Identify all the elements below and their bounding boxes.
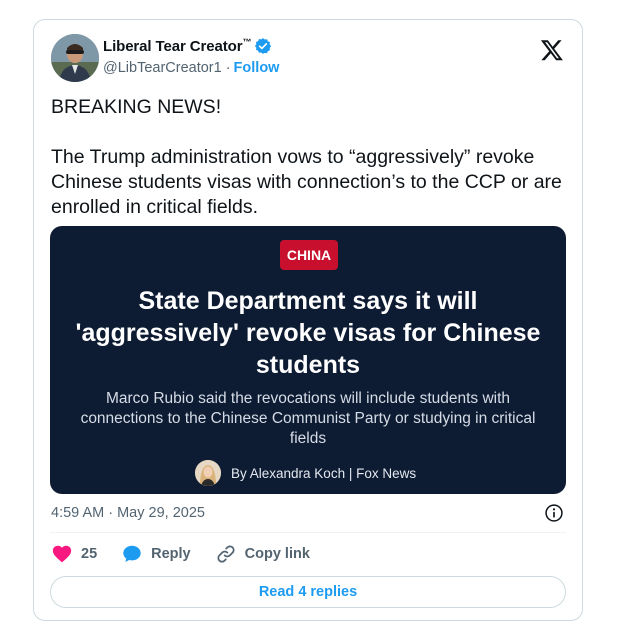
tweet-timestamp[interactable]: 4:59 AM · May 29, 2025 — [51, 505, 205, 521]
follow-link[interactable]: Follow — [234, 60, 280, 76]
byline-text: By Alexandra Koch | Fox News — [231, 465, 417, 481]
handle-separator: · — [225, 60, 231, 76]
author-handle[interactable]: @LibTearCreator1 — [103, 60, 222, 76]
media-headline: State Department says it will 'aggressiv… — [75, 287, 541, 379]
byline-avatar — [195, 460, 221, 486]
reply-button[interactable]: Reply — [121, 543, 191, 565]
media-card[interactable]: CHINA State Department says it will 'agg… — [50, 226, 566, 494]
info-icon[interactable] — [544, 503, 564, 523]
like-count: 25 — [81, 546, 98, 562]
author-display-name[interactable]: Liberal Tear Creator™ — [103, 37, 251, 55]
copy-link-label: Copy link — [244, 546, 310, 562]
tweet-text: BREAKING NEWS! The Trump administration … — [51, 96, 562, 218]
divider — [50, 532, 566, 533]
author-name-row[interactable]: Liberal Tear Creator™ — [103, 37, 272, 55]
reply-bubble-icon — [123, 545, 141, 562]
like-button[interactable]: 25 — [51, 543, 97, 565]
trademark-symbol: ™ — [242, 37, 252, 47]
verified-badge-icon — [255, 38, 272, 54]
x-logo-icon[interactable] — [540, 38, 564, 62]
heart-icon — [52, 545, 72, 563]
author-avatar[interactable] — [51, 34, 99, 82]
category-chip: CHINA — [280, 240, 338, 270]
author-handle-row: @LibTearCreator1 · Follow — [103, 60, 279, 76]
media-subhead: Marco Rubio said the revocations will in… — [80, 390, 536, 447]
reply-label: Reply — [151, 546, 191, 562]
read-replies-button[interactable]: Read 4 replies — [50, 576, 566, 608]
action-bar: 25 Reply Copy link — [51, 543, 334, 565]
copy-link-button[interactable]: Copy link — [215, 543, 310, 565]
link-icon — [217, 545, 235, 563]
tweet-card: Liberal Tear Creator™ @LibTearCreator1 ·… — [33, 19, 583, 621]
media-byline: By Alexandra Koch | Fox News — [195, 460, 416, 486]
